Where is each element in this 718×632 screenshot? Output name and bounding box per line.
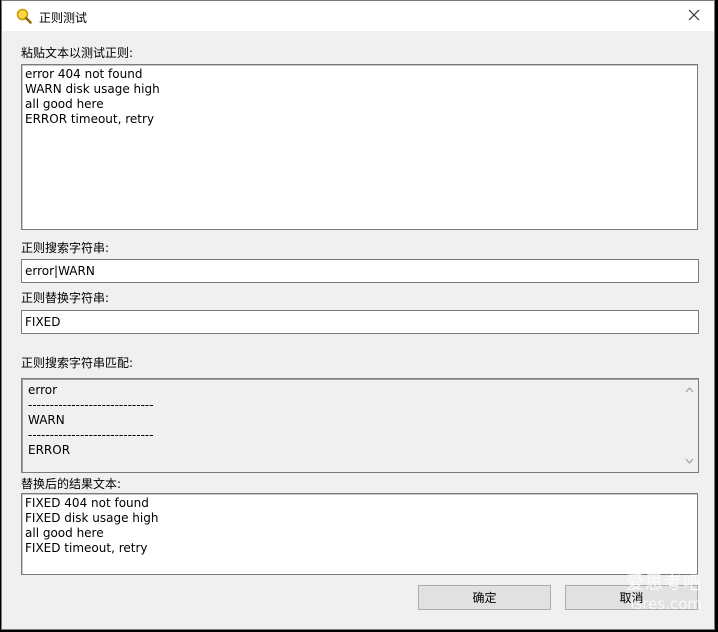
matches-label: 正则搜索字符串匹配: [21, 356, 134, 370]
scroll-down-icon[interactable] [684, 456, 694, 466]
scroll-up-icon[interactable] [684, 385, 694, 395]
watermark-url: isres.com [630, 595, 702, 613]
replace-pattern-label: 正则替换字符串: [21, 291, 110, 305]
window-title: 正则测试 [39, 11, 88, 25]
result-text-label: 替换后的结果文本: [21, 477, 122, 491]
search-pattern-label: 正则搜索字符串: [21, 241, 110, 255]
watermark-name: 爱思考吧 [626, 573, 702, 594]
replace-pattern-input[interactable]: FIXED [21, 310, 699, 334]
close-button[interactable] [682, 5, 706, 27]
title-bar[interactable]: 正则测试 [2, 1, 714, 31]
source-text-label: 粘贴文本以测试正则: [21, 46, 134, 60]
magnifier-icon [16, 8, 32, 24]
matches-content: error ----------------------------- WARN… [28, 383, 154, 457]
result-text-area[interactable]: FIXED 404 not found FIXED disk usage hig… [21, 493, 698, 575]
close-icon [688, 9, 700, 24]
watermark: 爱思考吧 isres.com [626, 574, 702, 614]
ok-button[interactable]: 确定 [418, 585, 551, 610]
search-pattern-input[interactable]: error|WARN [21, 259, 699, 283]
source-text-area[interactable]: error 404 not found WARN disk usage high… [21, 64, 698, 230]
regex-test-dialog: 正则测试 粘贴文本以测试正则: error 404 not found WARN… [1, 0, 715, 630]
matches-list[interactable]: error ----------------------------- WARN… [21, 378, 699, 473]
